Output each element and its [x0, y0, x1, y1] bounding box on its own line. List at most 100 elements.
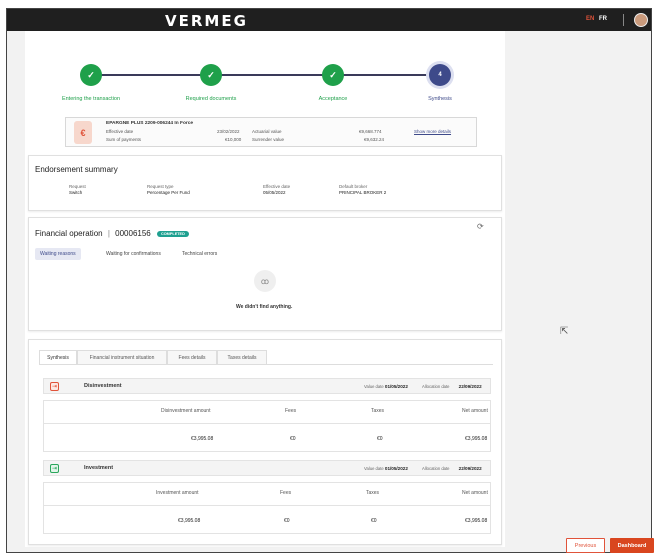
table-cell: €0 — [284, 518, 290, 524]
step-2-label: Required documents — [185, 96, 237, 102]
exit-icon: ⇥ — [50, 382, 59, 391]
request-value: Switch — [69, 190, 83, 195]
table-cell: €0 — [371, 518, 377, 524]
investment-header: ⇥ Investment Value date 01/05/2022 Alloc… — [43, 460, 491, 476]
broker-label: Default broker — [339, 184, 368, 189]
value-date: 01/05/2022 — [384, 466, 408, 471]
row-divider — [44, 505, 490, 506]
request-type-value: Percentage Per Fund — [147, 190, 190, 195]
tab-taxes-details[interactable]: Taxes details — [217, 350, 267, 365]
tab-fees-details[interactable]: Fees details — [167, 350, 217, 365]
endorsement-title: Endorsement summary — [35, 165, 118, 174]
tab-waiting-reasons[interactable]: Waiting reasons — [35, 248, 81, 260]
top-bar: VERMEG EN FR — [7, 9, 651, 31]
value-date-label: Value date — [364, 466, 384, 471]
disinvestment-title: Disinvestment — [84, 383, 122, 389]
effective-date-value: 23/02/2022 — [217, 129, 240, 134]
table-cell: €0 — [290, 436, 296, 442]
sum-payments-label: Sum of payments — [106, 137, 142, 142]
lang-fr-button[interactable]: FR — [599, 16, 607, 22]
show-more-details-link[interactable]: Show more details — [414, 129, 451, 134]
broker-value: PRINCIPAL BROKER 2 — [339, 190, 387, 195]
investment-table: Investment amount Fees Taxes Net amount … — [43, 482, 491, 534]
tab-technical-errors[interactable]: Technical errors — [177, 248, 222, 260]
disinvestment-header: ⇥ Disinvestment Value date 01/05/2022 Al… — [43, 378, 491, 394]
allocation-date-label: Allocation date — [422, 466, 450, 471]
table-header: Investment amount — [156, 490, 199, 496]
table-cell: €0 — [377, 436, 383, 442]
tabs-baseline — [39, 364, 493, 365]
table-header: Net amount — [462, 408, 488, 414]
enter-icon: ⇥ — [50, 464, 59, 473]
top-divider — [623, 14, 624, 26]
mouse-cursor-icon: ⇱ — [560, 326, 569, 337]
step-2-check-icon: ✓ — [200, 64, 222, 86]
investment-allocation-date: Allocation date 22/09/2022 — [422, 466, 482, 471]
allocation-date: 22/09/2022 — [458, 466, 482, 471]
table-header: Fees — [285, 408, 297, 414]
request-type-label: Request type — [147, 184, 174, 189]
previous-button[interactable]: Previous — [566, 538, 605, 553]
effective-date-field: Effective date 05/05/2022 — [263, 184, 290, 195]
contract-summary-card: € EPARGNE PLUS 2209-006244 In Force Effe… — [65, 117, 477, 147]
step-4-current: 4 — [429, 64, 451, 86]
row-divider — [44, 423, 490, 424]
table-cell: €3,995.08 — [465, 518, 488, 524]
table-header: Fees — [280, 490, 292, 496]
table-cell: €3,995.08 — [191, 436, 214, 442]
request-field: Request Switch — [69, 184, 86, 195]
disinvestment-table: Disinvestment amount Fees Taxes Net amou… — [43, 400, 491, 452]
table-cell: €3,995.08 — [178, 518, 201, 524]
step-3-check-icon: ✓ — [322, 64, 344, 86]
progress-stepper: ✓ ✓ ✓ 4 Entering the transaction Require… — [25, 31, 505, 111]
disinvestment-allocation-date: Allocation date 22/09/2022 — [422, 384, 482, 389]
surrender-value: €9,632.24 — [364, 137, 385, 142]
disinvestment-value-date: Value date 01/05/2022 — [364, 384, 408, 389]
table-header: Taxes — [366, 490, 380, 496]
investment-title: Investment — [84, 465, 114, 471]
operation-number: 00006156 — [115, 229, 151, 238]
actuarial-value-label: Actuarial value — [252, 129, 282, 134]
step-4-label: Synthesis — [428, 96, 452, 102]
brand-logo: VERMEG — [165, 12, 248, 30]
step-connector — [99, 74, 201, 76]
dashboard-button[interactable]: Dashboard — [610, 538, 654, 553]
surrender-value-label: Surrender value — [252, 137, 285, 142]
app-window: VERMEG EN FR ✓ ✓ ✓ 4 Entering the transa… — [6, 8, 652, 553]
table-cell: €3,995.08 — [465, 436, 488, 442]
table-header: Disinvestment amount — [161, 408, 211, 414]
allocation-date: 22/09/2022 — [458, 384, 482, 389]
endorsement-effective-date-label: Effective date — [263, 184, 291, 189]
empty-state-text: We didn't find anything. — [236, 304, 293, 310]
empty-state-binoculars-icon: ꝏ — [254, 270, 276, 292]
contract-title: EPARGNE PLUS 2209-006244 In Force — [106, 121, 194, 126]
table-header: Net amount — [462, 490, 488, 496]
value-date-label: Value date — [364, 384, 384, 389]
allocation-date-label: Allocation date — [422, 384, 450, 389]
effective-date-label: Effective date — [106, 129, 134, 134]
avatar[interactable] — [634, 13, 648, 27]
lang-en-button[interactable]: EN — [586, 16, 594, 22]
value-date: 01/05/2022 — [384, 384, 408, 389]
step-connector — [221, 74, 323, 76]
tab-financial-instrument-situation[interactable]: Financial instrument situation — [77, 350, 167, 365]
refresh-icon[interactable]: ⟳ — [477, 222, 484, 231]
main-content: ✓ ✓ ✓ 4 Entering the transaction Require… — [25, 31, 505, 547]
table-header: Taxes — [371, 408, 385, 414]
title-separator: | — [107, 229, 110, 238]
status-badge: COMPLETED — [156, 230, 189, 237]
money-bag-icon: € — [74, 121, 92, 144]
tab-synthesis[interactable]: Synthesis — [39, 350, 77, 365]
step-connector — [343, 74, 438, 76]
sum-payments-value: €10,000 — [225, 137, 242, 142]
step-1-check-icon: ✓ — [80, 64, 102, 86]
tab-waiting-confirmations[interactable]: Waiting for confirmations — [101, 248, 166, 260]
financial-operation-card: Financial operation | 00006156 COMPLETED… — [28, 217, 502, 331]
financial-operation-title: Financial operation — [35, 229, 103, 238]
endorsement-summary-card: Endorsement summary Request Switch Reque… — [28, 155, 502, 211]
request-label: Request — [69, 184, 86, 189]
request-type-field: Request type Percentage Per Fund — [147, 184, 190, 195]
step-3-label: Acceptance — [318, 96, 348, 102]
synthesis-card: Synthesis Financial instrument situation… — [28, 339, 502, 545]
investment-value-date: Value date 01/05/2022 — [364, 466, 408, 471]
